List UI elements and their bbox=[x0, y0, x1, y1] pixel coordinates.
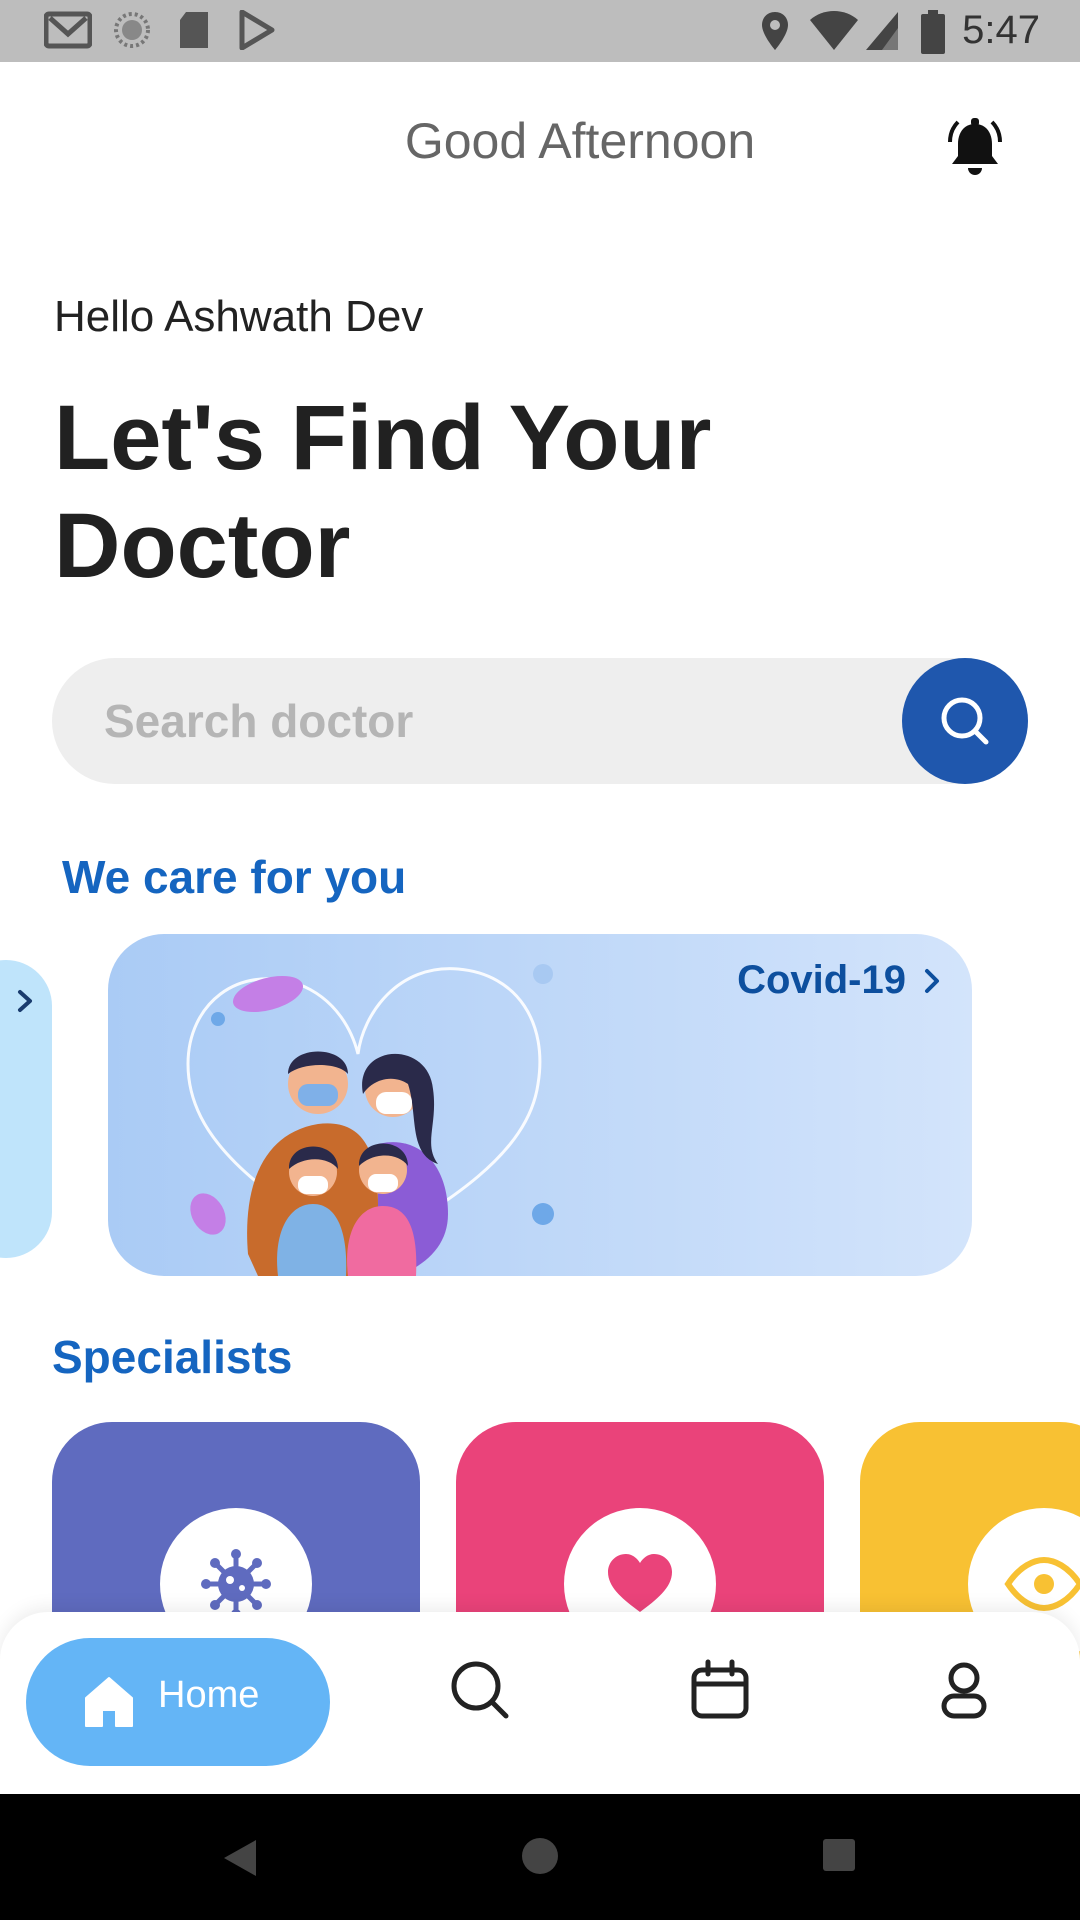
covid-card[interactable]: Covid-19 bbox=[108, 934, 972, 1276]
specialists-section-title: Specialists bbox=[52, 1331, 293, 1383]
recents-icon[interactable] bbox=[822, 1838, 856, 1872]
search-input[interactable] bbox=[104, 658, 864, 784]
back-icon[interactable] bbox=[222, 1838, 258, 1878]
care-section-title: We care for you bbox=[62, 851, 407, 903]
chevron-right-icon bbox=[18, 990, 32, 1012]
status-bar: 5:47 bbox=[0, 0, 1080, 62]
system-navigation-bar bbox=[0, 1794, 1080, 1920]
bottom-navigation: Home bbox=[0, 1612, 1080, 1794]
family-with-masks-illustration bbox=[186, 964, 554, 1276]
covid-link[interactable]: Covid-19 bbox=[737, 958, 942, 1003]
gmail-icon bbox=[44, 11, 92, 49]
location-icon bbox=[762, 12, 788, 50]
play-store-icon bbox=[239, 10, 275, 50]
status-time: 5:47 bbox=[962, 8, 1040, 52]
covid-label: Covid-19 bbox=[737, 958, 906, 1002]
signal-icon bbox=[866, 12, 898, 50]
sync-icon bbox=[114, 12, 150, 48]
home-icon bbox=[85, 1677, 133, 1727]
sd-card-icon bbox=[180, 12, 208, 48]
calendar-icon[interactable] bbox=[688, 1658, 752, 1722]
home-circle-icon[interactable] bbox=[520, 1836, 560, 1876]
nav-home-label: Home bbox=[158, 1674, 260, 1716]
profile-icon[interactable] bbox=[932, 1658, 996, 1722]
chevron-right-icon bbox=[925, 968, 939, 993]
user-greeting: Hello Ashwath Dev bbox=[54, 292, 424, 341]
page-title: Let's Find Your Doctor bbox=[54, 387, 712, 597]
search-button[interactable] bbox=[902, 658, 1028, 784]
greeting-header: Good Afternoon bbox=[404, 113, 756, 169]
search-bar bbox=[52, 658, 1028, 784]
search-icon bbox=[941, 697, 989, 745]
battery-icon bbox=[921, 10, 945, 54]
nav-home-tab[interactable]: Home bbox=[26, 1638, 330, 1766]
notification-bell-icon[interactable] bbox=[944, 116, 1006, 178]
search-icon[interactable] bbox=[448, 1658, 512, 1722]
wifi-icon bbox=[810, 11, 858, 50]
